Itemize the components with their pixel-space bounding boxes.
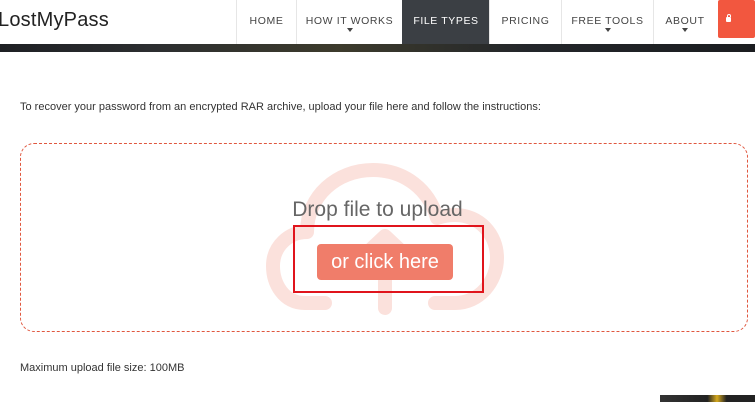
nav-file-types-label: FILE TYPES [413,15,479,27]
nav-pricing[interactable]: PRICING [489,0,561,44]
top-navbar: LostMyPass HOME HOW IT WORKS FILE TYPES … [0,0,755,45]
highlight-box [293,225,484,293]
chevron-down-icon [604,28,611,32]
nav-free-tools[interactable]: FREE TOOLS [561,0,653,44]
max-upload-size: Maximum upload file size: 100MB [20,362,185,374]
hero-banner-edge [0,44,755,52]
intro-text: To recover your password from an encrypt… [20,101,541,113]
nav-how-it-works[interactable]: HOW IT WORKS [296,0,402,44]
login-button[interactable] [718,0,755,38]
corner-image [660,395,755,402]
nav-home-label: HOME [249,15,284,27]
nav-pricing-label: PRICING [501,15,550,27]
nav-about[interactable]: ABOUT [653,0,716,44]
nav-free-tools-label: FREE TOOLS [571,15,644,27]
site-logo[interactable]: LostMyPass [0,9,109,32]
nav-file-types[interactable]: FILE TYPES [402,0,489,44]
chevron-down-icon [346,28,353,32]
dropzone-title: Drop file to upload [292,198,463,221]
chevron-down-icon [682,28,688,32]
nav-how-it-works-label: HOW IT WORKS [305,15,394,27]
nav-about-label: ABOUT [665,15,705,27]
nav-home[interactable]: HOME [236,0,296,44]
lock-icon [726,14,731,22]
